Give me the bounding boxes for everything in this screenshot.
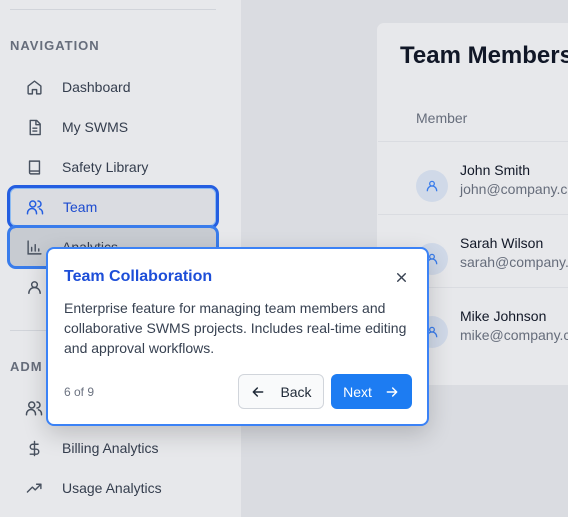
tour-popover: Team Collaboration Enterprise feature fo… xyxy=(46,247,429,426)
home-icon xyxy=(24,77,44,97)
users-icon xyxy=(25,197,45,217)
sidebar-item-label: Team xyxy=(63,199,98,215)
sidebar-item-usage-analytics[interactable]: Usage Analytics xyxy=(10,469,216,507)
arrow-right-icon xyxy=(384,384,400,400)
tour-title: Team Collaboration xyxy=(64,268,213,285)
table-row[interactable]: Mike Johnson mike@company.c xyxy=(416,308,568,358)
back-button[interactable]: Back xyxy=(238,374,324,409)
sidebar-item-label: Billing Analytics xyxy=(62,440,159,456)
sidebar-item-safety-library[interactable]: Safety Library xyxy=(10,148,216,186)
sidebar-item-billing-analytics[interactable]: Billing Analytics xyxy=(10,429,216,467)
navigation-section-title: NAVIGATION xyxy=(10,38,100,53)
column-header-member: Member xyxy=(416,110,468,126)
trending-up-icon xyxy=(24,478,44,498)
sidebar-top-divider xyxy=(10,9,216,10)
sidebar-item-label: Safety Library xyxy=(62,159,149,175)
user-icon xyxy=(24,277,44,297)
member-name: John Smith xyxy=(460,162,531,178)
page-title: Team Members xyxy=(400,42,568,69)
arrow-left-icon xyxy=(250,384,266,400)
member-name: Sarah Wilson xyxy=(460,235,544,251)
member-email: john@company.c xyxy=(460,181,568,197)
table-row[interactable]: John Smith john@company.c xyxy=(416,162,568,212)
sidebar-item-label: Dashboard xyxy=(62,79,131,95)
row-divider xyxy=(378,214,568,215)
sidebar-item-dashboard[interactable]: Dashboard xyxy=(10,68,216,106)
next-button-label: Next xyxy=(343,383,372,400)
tour-step-counter: 6 of 9 xyxy=(64,385,95,399)
users-icon xyxy=(24,398,44,418)
member-email: sarah@company. xyxy=(460,254,568,270)
back-button-label: Back xyxy=(280,383,312,400)
member-email: mike@company.c xyxy=(460,327,568,343)
table-row[interactable]: Sarah Wilson sarah@company. xyxy=(416,235,568,285)
document-icon xyxy=(24,117,44,137)
tour-description: Enterprise feature for managing team mem… xyxy=(64,300,407,356)
bar-chart-icon xyxy=(24,237,44,257)
sidebar-item-my-swms[interactable]: My SWMS xyxy=(10,108,216,146)
sidebar-item-label: Usage Analytics xyxy=(62,480,162,496)
next-button[interactable]: Next xyxy=(331,374,412,409)
book-icon xyxy=(24,157,44,177)
admin-section-title: ADM xyxy=(10,359,43,374)
sidebar-item-label: My SWMS xyxy=(62,119,129,135)
member-name: Mike Johnson xyxy=(460,308,547,324)
table-header-divider xyxy=(378,141,568,142)
close-icon[interactable] xyxy=(391,267,411,287)
avatar xyxy=(416,170,448,202)
sidebar-item-team[interactable]: Team xyxy=(7,185,219,229)
dollar-icon xyxy=(24,438,44,458)
